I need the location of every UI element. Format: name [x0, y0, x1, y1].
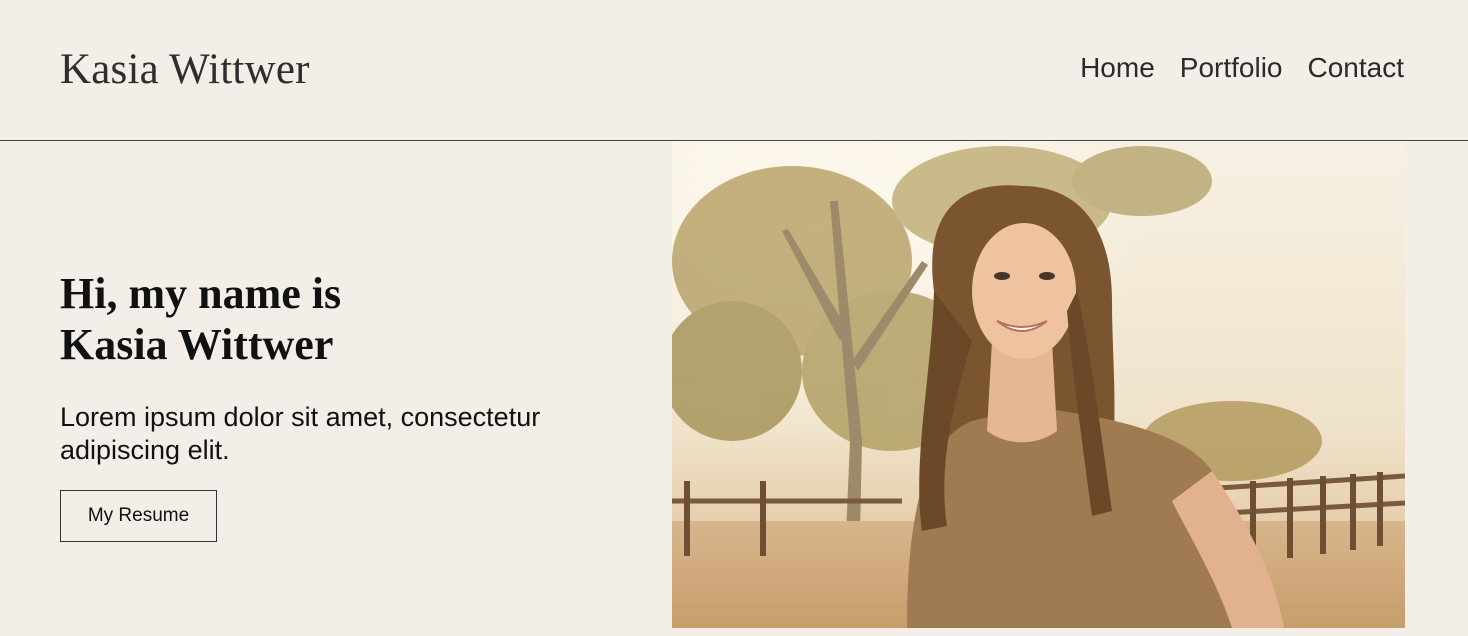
- nav-link-home[interactable]: Home: [1080, 50, 1155, 86]
- nav-link-portfolio[interactable]: Portfolio: [1180, 50, 1283, 86]
- hero-portrait-photo: [672, 141, 1405, 628]
- hero-subtitle: Lorem ipsum dolor sit amet, consectetur …: [60, 402, 541, 465]
- hero-intro: Hi, my name is Kasia Wittwer Lorem ipsum…: [60, 268, 640, 467]
- nav-link-contact[interactable]: Contact: [1308, 50, 1405, 86]
- hero-title-line-1: Hi, my name is: [60, 269, 342, 318]
- site-header: Kasia Wittwer Home Portfolio Contact: [0, 0, 1468, 140]
- hero-title: Hi, my name is Kasia Wittwer: [60, 268, 640, 370]
- main-nav: Home Portfolio Contact: [1080, 50, 1404, 86]
- site-brand[interactable]: Kasia Wittwer: [60, 44, 310, 96]
- resume-button[interactable]: My Resume: [60, 490, 217, 542]
- hero-title-line-2: Kasia Wittwer: [60, 320, 334, 369]
